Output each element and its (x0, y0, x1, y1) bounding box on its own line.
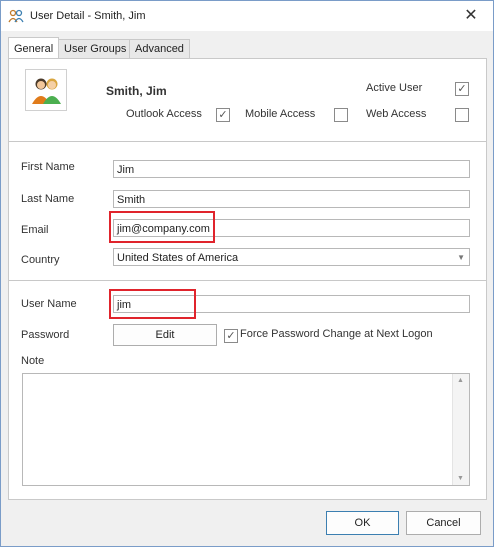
divider (9, 280, 486, 281)
web-access-label: Web Access (366, 108, 427, 120)
active-user-checkbox[interactable]: ✓ (455, 82, 469, 96)
user-display-name: Smith, Jim (106, 84, 167, 98)
tab-advanced[interactable]: Advanced (129, 39, 190, 59)
general-panel: Smith, Jim Active User ✓ Outlook Access … (8, 58, 487, 500)
user-name-highlight-box (109, 289, 196, 319)
email-label: Email (21, 224, 49, 236)
country-value: United States of America (117, 252, 239, 264)
scroll-up-arrow-icon[interactable]: ▲ (457, 377, 464, 384)
ok-button[interactable]: OK (326, 511, 399, 535)
note-label: Note (21, 355, 45, 367)
password-label: Password (21, 329, 70, 341)
force-password-change-label: Force Password Change at Next Logon (240, 328, 433, 340)
note-textarea[interactable]: ▲ ▼ (22, 373, 470, 486)
title-bar: User Detail - Smith, Jim ✕ (1, 1, 493, 31)
web-access-checkbox[interactable] (455, 108, 469, 122)
country-label: Country (21, 254, 60, 266)
note-scrollbar[interactable]: ▲ ▼ (452, 374, 469, 485)
tab-user-groups[interactable]: User Groups (58, 39, 133, 59)
last-name-label: Last Name (21, 193, 75, 205)
first-name-field[interactable]: Jim (113, 160, 470, 178)
active-user-label: Active User (366, 82, 423, 94)
force-password-change-checkbox[interactable]: ✓ (224, 329, 238, 343)
user-detail-window: User Detail - Smith, Jim ✕ General User … (0, 0, 494, 547)
mobile-access-checkbox[interactable] (334, 108, 348, 122)
mobile-access-label: Mobile Access (245, 108, 316, 120)
edit-password-button[interactable]: Edit (113, 324, 217, 346)
users-icon (8, 9, 24, 23)
tab-general[interactable]: General (8, 37, 60, 60)
avatar (25, 69, 67, 111)
user-name-label: User Name (21, 298, 77, 310)
country-select[interactable]: United States of America ▼ (113, 248, 470, 266)
first-name-label: First Name (21, 161, 75, 173)
close-button[interactable]: ✕ (456, 4, 486, 28)
scroll-down-arrow-icon[interactable]: ▼ (457, 475, 464, 482)
last-name-field[interactable]: Smith (113, 190, 470, 208)
cancel-button[interactable]: Cancel (406, 511, 481, 535)
email-highlight-box (109, 211, 215, 243)
outlook-access-checkbox[interactable]: ✓ (216, 108, 230, 122)
user-pair-icon (26, 78, 66, 113)
outlook-access-label: Outlook Access (126, 108, 202, 120)
chevron-down-icon[interactable]: ▼ (457, 249, 465, 267)
divider (9, 141, 486, 142)
window-title: User Detail - Smith, Jim (30, 10, 146, 22)
